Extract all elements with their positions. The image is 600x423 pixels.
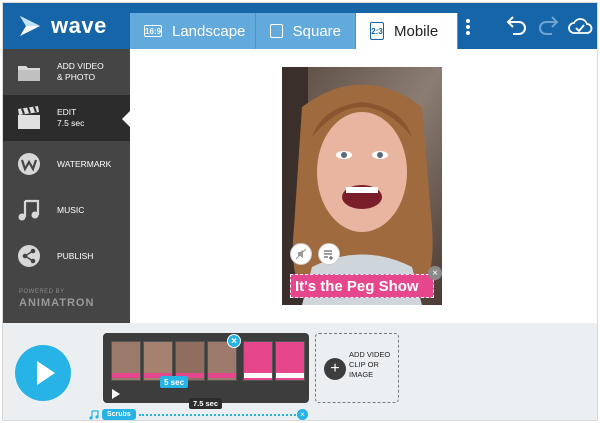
timeline-panel: 5 sec × + ADD VIDEO CLIP OR IMAGE 7.5 se… (3, 323, 597, 420)
video-clip[interactable]: 5 sec × (103, 333, 309, 403)
add-video-line1: ADD VIDEO (57, 61, 104, 71)
music-note-icon (18, 199, 40, 221)
sidebar-item-publish[interactable]: PUBLISH (3, 233, 130, 279)
tab-landscape[interactable]: 16:9 Landscape (130, 13, 256, 49)
edit-duration: 7.5 sec (57, 118, 85, 128)
powered-by-text: POWERED BY (19, 289, 65, 295)
watermark-icon (18, 153, 40, 175)
tab-mobile-label: Mobile (394, 22, 439, 40)
music-track-line (139, 414, 299, 416)
more-options-icon[interactable] (461, 17, 475, 37)
clip-thumbnail (243, 341, 273, 381)
sidebar-item-add-video-label: ADD VIDEO & PHOTO (57, 61, 104, 83)
edit-label: EDIT (57, 107, 77, 117)
sidebar-item-publish-label: PUBLISH (57, 250, 94, 261)
tab-square-label: Square (292, 22, 341, 40)
music-remove-icon[interactable]: × (297, 409, 308, 420)
redo-icon[interactable] (536, 14, 562, 38)
mobile-ratio-icon: 2:3 (370, 22, 384, 40)
total-duration-badge: 7.5 sec (189, 398, 223, 409)
clip-thumbnail (111, 341, 141, 381)
editor-canvas: It's the Peg Show × (130, 49, 597, 323)
undo-icon[interactable] (503, 14, 529, 38)
square-ratio-icon (270, 24, 283, 38)
add-clip-button[interactable]: + ADD VIDEO CLIP OR IMAGE (315, 333, 399, 403)
cloud-save-icon[interactable] (567, 14, 593, 38)
clip-duration-badge: 5 sec (160, 376, 189, 388)
clip-remove-icon[interactable]: × (227, 334, 241, 348)
mute-icon[interactable] (290, 243, 312, 265)
top-bar: wave 16:9 Landscape Square 2:3 Mobile (3, 3, 597, 49)
sidebar-item-edit[interactable]: EDIT 7.5 sec (3, 95, 131, 141)
sidebar-item-music[interactable]: MUSIC (3, 187, 130, 233)
share-icon (18, 245, 40, 267)
play-icon (37, 361, 55, 385)
sidebar-item-music-label: MUSIC (57, 204, 85, 215)
clip-play-icon[interactable] (112, 389, 120, 399)
caption-close-icon[interactable]: × (428, 266, 442, 280)
clapperboard-icon (18, 106, 40, 129)
music-track-icon (89, 410, 99, 420)
music-track-chip[interactable]: Scrubs (102, 409, 136, 420)
add-text-icon[interactable] (318, 243, 340, 265)
add-clip-label: ADD VIDEO CLIP OR IMAGE (349, 350, 391, 379)
app-logo: wave (17, 11, 107, 41)
plus-icon: + (324, 358, 346, 380)
landscape-ratio-icon: 16:9 (144, 25, 162, 37)
add-video-line2: & PHOTO (57, 72, 96, 82)
app-name: wave (51, 13, 107, 38)
sidebar-item-add-video[interactable]: ADD VIDEO & PHOTO (3, 49, 130, 95)
video-preview[interactable]: It's the Peg Show × (282, 67, 442, 305)
sidebar-item-watermark-label: WATERMARK (57, 158, 112, 169)
animatron-logo: ANIMATRON (19, 297, 95, 309)
play-button[interactable] (15, 345, 71, 401)
tab-square[interactable]: Square (256, 13, 356, 49)
caption-text-box[interactable]: It's the Peg Show (290, 274, 434, 298)
clip-thumbnail (175, 341, 205, 381)
format-tabs: 16:9 Landscape Square 2:3 Mobile (130, 13, 458, 49)
video-frame-image (282, 67, 442, 305)
tab-mobile[interactable]: 2:3 Mobile (356, 13, 458, 49)
sidebar: ADD VIDEO & PHOTO EDIT 7.5 sec WATERMARK (3, 49, 131, 323)
sidebar-item-edit-label: EDIT 7.5 sec (57, 107, 84, 129)
app-window: wave 16:9 Landscape Square 2:3 Mobile AD… (2, 2, 598, 421)
clip-thumbnail (143, 341, 173, 381)
clip-thumbnail (275, 341, 305, 381)
wave-logo-icon (20, 16, 40, 36)
folder-icon (18, 66, 40, 81)
tab-landscape-label: Landscape (172, 22, 246, 40)
sidebar-item-watermark[interactable]: WATERMARK (3, 141, 130, 187)
